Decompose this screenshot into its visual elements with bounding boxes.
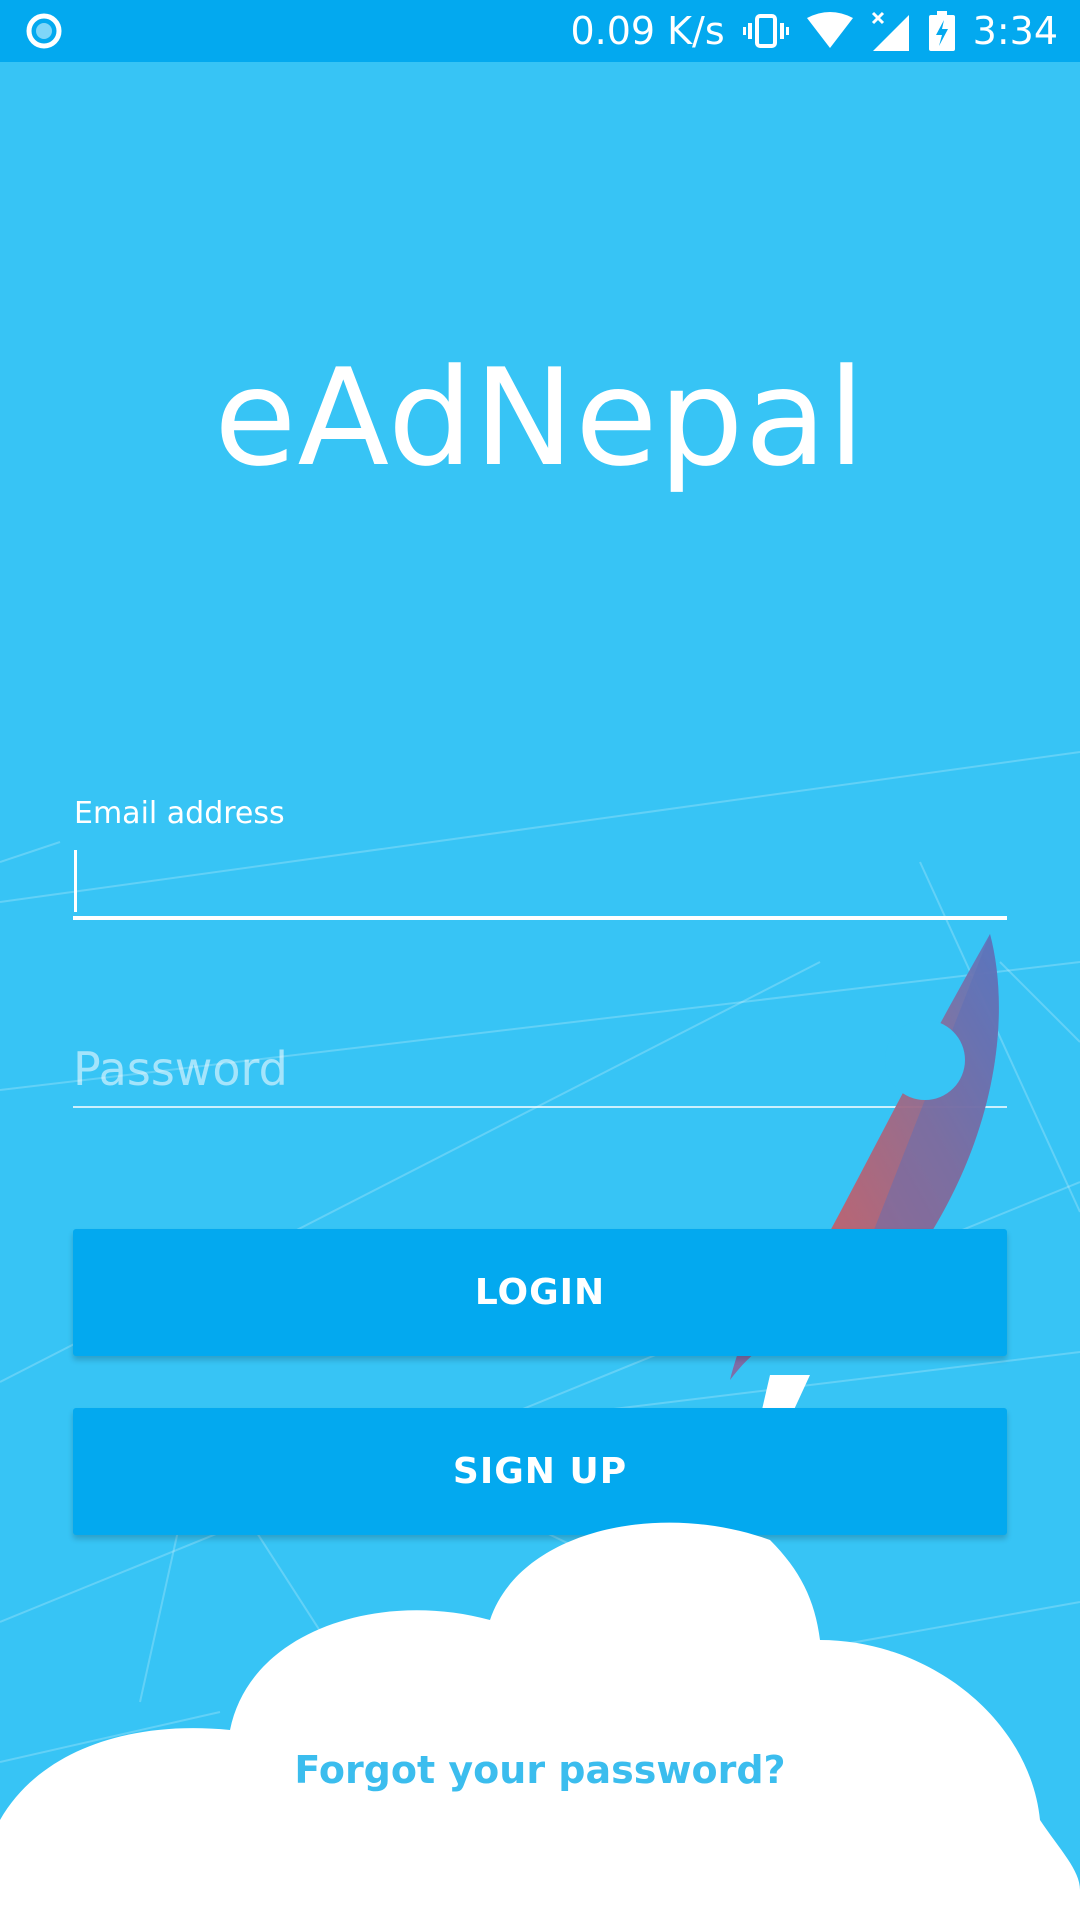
status-right-group: 0.09 K/s 3:34 <box>570 0 1058 62</box>
vibrate-icon <box>742 14 789 48</box>
wifi-icon <box>806 12 853 48</box>
battery-charging-icon <box>928 11 955 51</box>
notification-icon <box>26 13 62 49</box>
login-button[interactable]: LOGIN <box>73 1229 1007 1356</box>
forgot-password-link[interactable]: Forgot your password? <box>0 1748 1080 1792</box>
email-field[interactable] <box>73 846 1007 920</box>
status-bar: 0.09 K/s 3:34 <box>0 0 1080 62</box>
signup-button[interactable]: SIGN UP <box>73 1408 1007 1535</box>
network-speed: 0.09 K/s <box>570 9 725 53</box>
text-cursor <box>74 850 77 912</box>
clock: 3:34 <box>972 9 1058 53</box>
cloud-illustration <box>0 1522 1080 1920</box>
app-title: eAdNepal <box>214 340 866 496</box>
email-label: Email address <box>74 796 285 831</box>
rocket-illustration <box>730 934 999 1440</box>
cellular-signal-icon <box>871 11 909 51</box>
